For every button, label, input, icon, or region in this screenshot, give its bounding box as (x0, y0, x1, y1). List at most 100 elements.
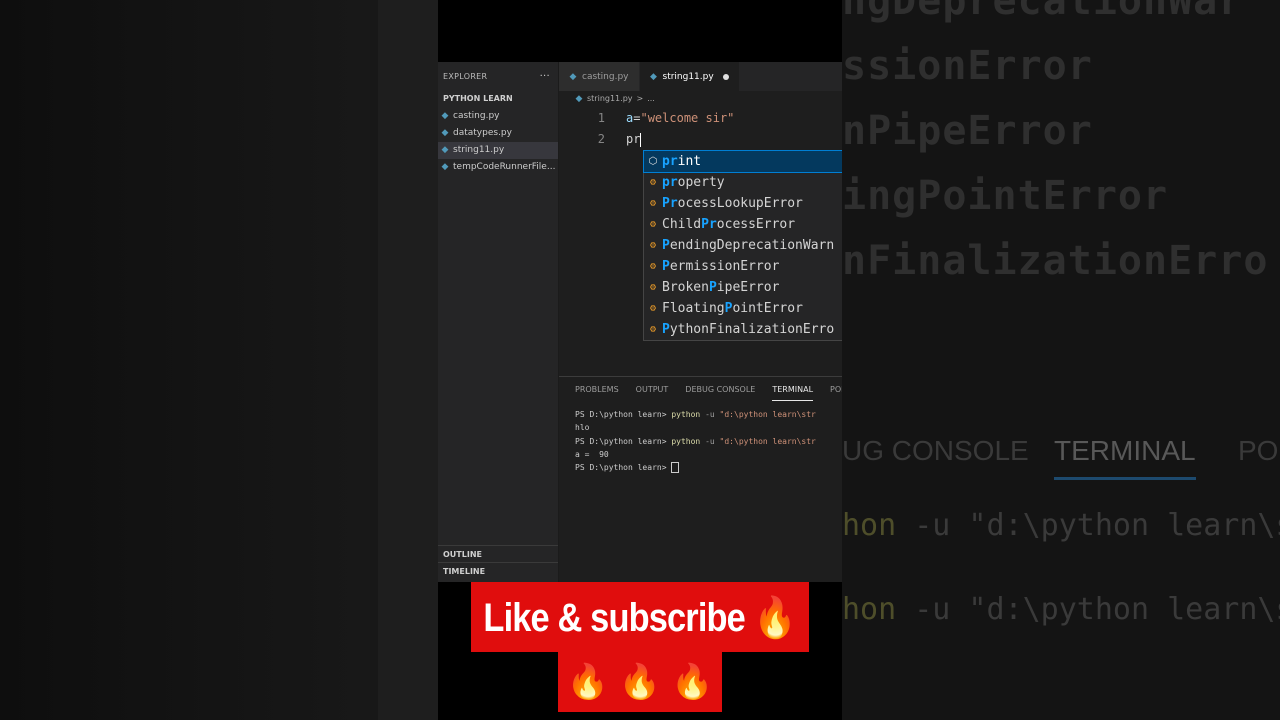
code-line-2[interactable]: pr (626, 132, 642, 147)
class-icon: ⚙ (649, 177, 657, 188)
class-icon: ⚙ (649, 261, 657, 272)
suggestion-match: pr (662, 175, 678, 190)
suggestion-rest: ointError (732, 301, 803, 316)
backdrop-line: ssionError (842, 43, 1093, 89)
suggestion-match: Pr (701, 217, 717, 232)
editor-tabs: ◆ casting.py ◆ string11.py (559, 62, 842, 91)
suggestion-item[interactable]: ⚙ Pr ocessLookupError (644, 193, 842, 214)
python-file-icon: ◆ (575, 94, 583, 104)
tab-debug-console[interactable]: DEBUG CONSOLE (685, 379, 755, 400)
suggestion-match: P (662, 259, 670, 274)
terminal-prompt: PS D:\python learn> (575, 436, 667, 446)
backdrop-right: ngDeprecationWar ssionError nPipeError i… (842, 0, 1280, 720)
line-number: 1 (597, 111, 605, 125)
autocomplete-dropdown: ⬡ pr int ⚙ pr operty ⚙ Pr ocessLookupError … (643, 150, 842, 341)
suggestion-item[interactable]: ⚙ PermissionError (644, 256, 842, 277)
suggestion-match: P (662, 238, 670, 253)
suggestion-prefix: Broken (662, 280, 709, 295)
line-number: 2 (597, 132, 605, 146)
more-actions-icon[interactable]: ··· (540, 71, 550, 82)
python-file-icon: ◆ (441, 145, 449, 155)
terminal-prompt: PS D:\python learn> (575, 410, 667, 419)
backdrop-left-strip (378, 0, 438, 720)
suggestion-item[interactable]: ⚙ PythonFinalizationErro (644, 319, 842, 340)
tab-output[interactable]: OUTPUT (636, 379, 669, 400)
vscode-window: EXPLORER ··· PYTHON LEARN ◆ casting.py ◆… (438, 62, 842, 582)
suggestion-item[interactable]: ⚙ PendingDeprecationWarn (644, 235, 842, 256)
terminal-output: hlo (575, 423, 590, 433)
breadcrumb-separator: > (636, 94, 644, 103)
class-icon: ⚙ (649, 240, 657, 251)
breadcrumb-file[interactable]: string11.py (587, 91, 633, 107)
class-icon: ⚙ (649, 303, 657, 314)
folder-python-learn[interactable]: PYTHON LEARN (438, 90, 558, 108)
class-icon: ⚙ (649, 219, 657, 230)
backdrop-cmd: hon -u "d:\python learn\str (842, 592, 1280, 627)
suggestion-item[interactable]: ⚙ Child Pr ocessError (644, 214, 842, 235)
terminal-cursor (671, 462, 680, 474)
tab-terminal[interactable]: TERMINAL (772, 379, 814, 401)
outline-section[interactable]: OUTLINE (438, 545, 558, 562)
class-icon: ⚙ (649, 324, 657, 335)
suggestion-match: Pr (662, 196, 678, 211)
panel-tabs: PROBLEMS OUTPUT DEBUG CONSOLE TERMINAL P… (559, 377, 842, 402)
suggestion-rest: endingDeprecationWarn (669, 238, 835, 253)
tab-label: string11.py (662, 71, 714, 82)
code-string: "welcome sir" (640, 111, 735, 125)
file-tempcoderunner[interactable]: ◆ tempCodeRunnerFile... (438, 159, 558, 176)
file-label: tempCodeRunnerFile... (453, 162, 556, 172)
suggestion-prefix: Floating (662, 301, 725, 316)
fire-icon: 🔥 (671, 662, 714, 702)
backdrop-line: nPipeError (842, 108, 1093, 154)
suggestion-match: pr (662, 154, 678, 169)
backdrop-line: ngDeprecationWar (842, 0, 1244, 24)
suggestion-item[interactable]: ⬡ pr int (643, 150, 842, 173)
file-string11[interactable]: ◆ string11.py (438, 142, 558, 159)
file-datatypes[interactable]: ◆ datatypes.py (438, 125, 558, 142)
terminal[interactable]: PS D:\python learn> python -u "d:\python… (559, 402, 842, 474)
code-line-1[interactable]: a="welcome sir" (626, 111, 734, 125)
backdrop-tab: UG CONSOLE (842, 435, 1029, 466)
suggestion-item[interactable]: ⚙ Floating PointError (644, 298, 842, 319)
terminal-flag: -u (705, 436, 715, 446)
tab-casting[interactable]: ◆ casting.py (559, 62, 640, 91)
suggestion-rest: ipeError (716, 280, 780, 295)
subscribe-text: Like & subscribe 🔥 (483, 595, 797, 640)
timeline-section[interactable]: TIMELINE (438, 562, 558, 579)
code-typed: pr (626, 132, 641, 146)
terminal-line: PS D:\python learn> (575, 461, 842, 474)
terminal-path: "d:\python learn\str (719, 436, 816, 446)
suggestion-item[interactable]: ⚙ pr operty (644, 172, 842, 193)
breadcrumb: ◆ string11.py > ... (559, 91, 842, 107)
fire-icon: 🔥 (566, 662, 609, 702)
explorer-sidebar: EXPLORER ··· PYTHON LEARN ◆ casting.py ◆… (438, 62, 559, 582)
suggestion-match: P (708, 280, 717, 295)
tab-string11[interactable]: ◆ string11.py (639, 62, 740, 91)
backdrop-tab: POR (1238, 435, 1280, 466)
suggestion-match: P (662, 322, 670, 337)
subscribe-banner: Like & subscribe 🔥 (471, 582, 809, 652)
tab-problems[interactable]: PROBLEMS (575, 379, 619, 400)
bottom-panel: PROBLEMS OUTPUT DEBUG CONSOLE TERMINAL P… (559, 376, 842, 582)
suggestion-rest: ermissionError (669, 259, 780, 274)
suggestion-rest: ythonFinalizationErro (669, 322, 835, 337)
suggestion-rest: ocessError (716, 217, 796, 232)
unsaved-dot-icon[interactable] (722, 73, 729, 80)
terminal-line: PS D:\python learn> python -u "d:\python… (575, 408, 842, 421)
python-file-icon: ◆ (650, 71, 657, 82)
explorer-header: EXPLORER ··· (438, 62, 558, 90)
suggestion-match: P (724, 301, 733, 316)
tab-ports[interactable]: POR (830, 379, 842, 400)
suggestion-item[interactable]: ⚙ Broken PipeError (644, 277, 842, 298)
backdrop-tab: TERMINAL (1054, 435, 1196, 480)
python-file-icon: ◆ (441, 111, 449, 121)
suggestion-prefix: Child (662, 217, 702, 232)
file-casting[interactable]: ◆ casting.py (438, 108, 558, 125)
file-label: string11.py (453, 145, 505, 155)
breadcrumb-more[interactable]: ... (647, 91, 655, 107)
terminal-line: PS D:\python learn> python -u "d:\python… (575, 435, 842, 448)
suggestion-rest: operty (677, 175, 725, 190)
backdrop-left (0, 0, 438, 720)
explorer-title: EXPLORER (443, 71, 488, 81)
backdrop-line: nFinalizationErro (842, 238, 1269, 284)
